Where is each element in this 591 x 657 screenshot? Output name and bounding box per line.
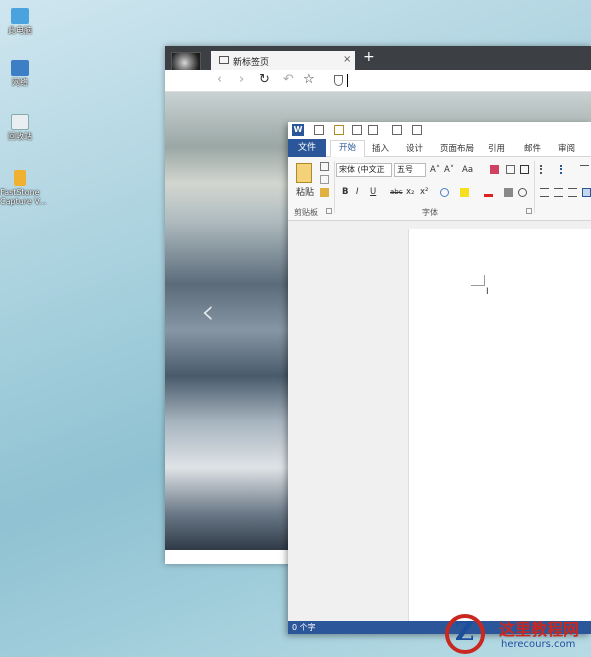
reload-icon[interactable]: ↻ (259, 73, 270, 87)
desktop-icon-recycle-bin[interactable]: 回收站 (0, 114, 40, 141)
bold-button[interactable]: B (342, 187, 348, 197)
superscript-button[interactable]: x² (420, 187, 428, 197)
image-icon[interactable] (392, 125, 402, 135)
browser-titlebar: 新标签页 × + (165, 46, 591, 70)
strikethrough-button[interactable]: abc (390, 187, 403, 197)
shrink-font-button[interactable]: A˅ (444, 165, 454, 175)
paste-icon[interactable] (296, 163, 312, 183)
numbering-icon[interactable] (560, 165, 569, 174)
tab-review[interactable]: 审阅 (558, 142, 575, 154)
recycle-bin-icon (11, 114, 29, 130)
new-document-icon[interactable] (314, 125, 324, 135)
tab-design[interactable]: 设计 (406, 142, 423, 154)
text-effects-icon[interactable] (440, 188, 449, 197)
desktop-icon-label: FastStone Capture V... (0, 188, 47, 206)
carousel-prev-icon[interactable]: ‹ (201, 292, 215, 332)
align-left-icon[interactable] (540, 188, 549, 197)
tab-home[interactable]: 开始 (330, 140, 366, 157)
document-page[interactable]: I (408, 229, 591, 629)
font-size-select[interactable]: 五号 (394, 163, 426, 177)
clipboard-launcher-icon[interactable] (326, 208, 332, 214)
format-painter-icon[interactable] (334, 125, 344, 135)
clear-formatting-icon[interactable] (490, 165, 499, 174)
font-name-select[interactable]: 宋体 (中文正 (336, 163, 392, 177)
quick-access-toolbar: W (288, 122, 591, 139)
computer-icon (11, 8, 29, 24)
change-case-button[interactable]: Aa (462, 165, 473, 175)
desktop-icon-label: 网络 (12, 78, 28, 87)
tab-insert[interactable]: 插入 (372, 142, 389, 154)
format-painter-icon[interactable] (320, 188, 329, 197)
document-area: I (288, 221, 591, 629)
enclose-characters-icon[interactable] (518, 188, 527, 197)
tab-page-icon (219, 56, 229, 64)
clipboard-group-label: 剪贴板 (294, 208, 318, 217)
group-separator (534, 161, 535, 213)
favorite-star-icon[interactable]: ☆ (303, 73, 315, 87)
desktop-icon-network[interactable]: 网络 (0, 60, 40, 87)
shield-icon[interactable] (334, 75, 343, 86)
tab-title: 新标签页 (233, 58, 270, 68)
phonetic-guide-icon[interactable] (506, 165, 515, 174)
tab-layout[interactable]: 页面布局 (440, 142, 474, 154)
browser-toolbar: ‹ › ↻ ↶ ☆ (165, 70, 591, 92)
subscript-button[interactable]: x₂ (406, 187, 414, 197)
grow-font-button[interactable]: A˄ (430, 165, 440, 175)
justify-icon[interactable] (582, 188, 591, 197)
tab-new-tab[interactable]: 新标签页 × (211, 51, 355, 70)
bullets-icon[interactable] (540, 165, 549, 174)
undo-icon[interactable] (368, 125, 378, 135)
app-shortcut-icon (14, 170, 26, 186)
word-logo-icon: W (292, 124, 304, 136)
align-right-icon[interactable] (568, 188, 577, 197)
character-border-icon[interactable] (520, 165, 529, 174)
tab-close-icon[interactable]: × (343, 54, 351, 65)
font-launcher-icon[interactable] (526, 208, 532, 214)
group-separator (334, 161, 335, 213)
tab-references[interactable]: 引用 (488, 142, 505, 154)
back-icon[interactable]: ‹ (217, 73, 222, 87)
font-group-label: 字体 (422, 208, 438, 217)
margin-marker (471, 285, 485, 286)
print-preview-icon[interactable] (352, 125, 362, 135)
ribbon-tabs: 文件 开始 插入 设计 页面布局 引用 邮件 审阅 (288, 139, 591, 157)
address-bar-input[interactable] (347, 74, 348, 87)
underline-button[interactable]: U (370, 187, 376, 197)
copy-icon[interactable] (320, 175, 329, 184)
save-icon[interactable] (412, 125, 422, 135)
site-watermark-logo: Z 这里教程网 herecours.com (443, 612, 591, 657)
cut-icon[interactable] (320, 162, 329, 171)
text-cursor-icon: I (486, 287, 489, 297)
forward-icon[interactable]: › (239, 73, 244, 87)
undo-icon[interactable]: ↶ (283, 73, 294, 87)
desktop-icon-label: 此电脑 (8, 26, 32, 35)
logo-letter: Z (455, 617, 474, 647)
tab-file[interactable]: 文件 (288, 139, 326, 157)
tab-mailings[interactable]: 邮件 (524, 142, 541, 154)
margin-marker (484, 275, 485, 286)
character-shading-icon[interactable] (504, 188, 513, 197)
network-icon (11, 60, 29, 76)
desktop-icon-faststone[interactable]: FastStone Capture V... (0, 170, 47, 206)
font-color-icon[interactable] (484, 188, 493, 197)
highlight-color-icon[interactable] (460, 188, 469, 197)
word-window: W 文件 开始 插入 设计 页面布局 引用 邮件 审阅 粘贴 剪贴板 宋体 (中… (288, 122, 591, 634)
new-tab-button[interactable]: + (363, 49, 375, 65)
desktop-icon-this-pc[interactable]: 此电脑 (0, 8, 40, 35)
paste-button[interactable]: 粘贴 (296, 185, 314, 198)
ribbon-home: 粘贴 剪贴板 宋体 (中文正 五号 A˄ A˅ Aa B I U abc x₂ … (288, 157, 591, 221)
italic-button[interactable]: I (356, 187, 359, 197)
watermark-title: 这里教程网 (499, 620, 580, 639)
align-center-icon[interactable] (554, 188, 563, 197)
desktop-icon-label: 回收站 (8, 132, 32, 141)
multilevel-list-icon[interactable] (580, 165, 589, 174)
watermark-url: herecours.com (501, 639, 576, 650)
